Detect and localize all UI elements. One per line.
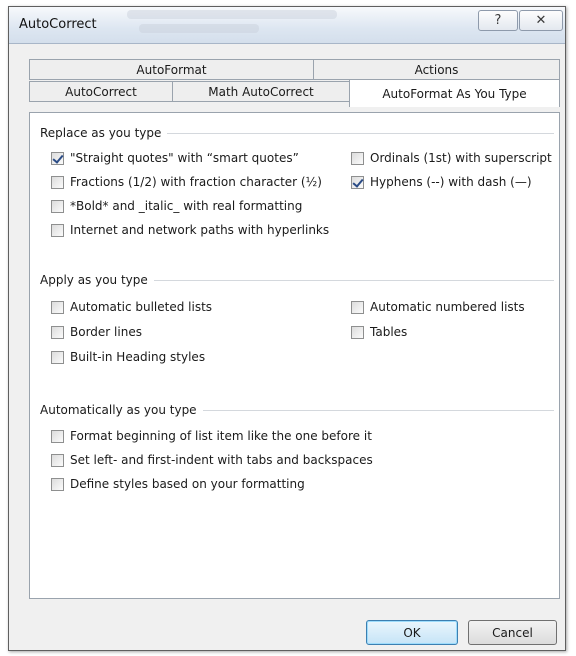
option-label: Built-in Heading styles [70,350,206,364]
option-smart-quotes[interactable]: "Straight quotes" with “smart quotes” [51,151,299,165]
tab-row-front: AutoCorrect Math AutoCorrect AutoFormat … [29,79,560,107]
close-icon: ✕ [535,13,547,28]
checkbox[interactable] [351,325,364,339]
background-window-text [139,24,259,33]
section-replace-header: Replace as you type [40,126,554,140]
tab-panel: Replace as you type "Straight quotes" wi… [29,112,560,599]
checkbox[interactable] [51,300,64,314]
section-apply-header: Apply as you type [40,273,554,287]
option-label: "Straight quotes" with “smart quotes” [70,151,299,165]
checkbox[interactable] [351,175,364,189]
checkbox[interactable] [51,325,64,339]
option-bold-italic[interactable]: *Bold* and _italic_ with real formatting [51,199,302,213]
title-bar: AutoCorrect ? ✕ [9,7,565,44]
section-title: Replace as you type [40,126,162,140]
option-fractions[interactable]: Fractions (1/2) with fraction character … [51,175,322,189]
checkbox[interactable] [51,223,64,237]
checkbox[interactable] [51,175,64,189]
option-hyphens[interactable]: Hyphens (--) with dash (—) [351,175,532,189]
checkbox[interactable] [51,429,64,443]
option-label: Tables [370,325,408,339]
tab-autoformat-as-you-type[interactable]: AutoFormat As You Type [349,79,560,107]
help-icon: ? [494,13,502,28]
checkbox[interactable] [51,453,64,467]
tab-autocorrect[interactable]: AutoCorrect [29,81,173,102]
help-button[interactable]: ? [478,10,518,31]
option-label: Internet and network paths with hyperlin… [70,223,330,237]
checkbox[interactable] [51,477,64,491]
tab-math-autocorrect[interactable]: Math AutoCorrect [172,81,350,102]
option-label: Fractions (1/2) with fraction character … [70,175,322,189]
option-heading-styles[interactable]: Built-in Heading styles [51,350,205,364]
divider [202,409,554,411]
option-define-styles[interactable]: Define styles based on your formatting [51,477,305,491]
option-ordinals[interactable]: Ordinals (1st) with superscript [351,151,552,165]
section-auto-header: Automatically as you type [40,403,554,417]
option-label: Automatic numbered lists [370,300,525,314]
option-numbered-lists[interactable]: Automatic numbered lists [351,300,525,314]
checkbox[interactable] [51,199,64,213]
autocorrect-dialog: AutoCorrect ? ✕ AutoFormat Actions AutoC… [8,6,566,651]
section-title: Automatically as you type [40,403,197,417]
option-format-list-beginning[interactable]: Format beginning of list item like the o… [51,429,372,443]
option-label: *Bold* and _italic_ with real formatting [70,199,303,213]
option-tables[interactable]: Tables [351,325,407,339]
cancel-button[interactable]: Cancel [468,620,557,645]
checkbox[interactable] [51,350,64,364]
option-label: Border lines [70,325,142,339]
option-hyperlinks[interactable]: Internet and network paths with hyperlin… [51,223,329,237]
window-title: AutoCorrect [19,17,97,32]
divider [167,132,554,134]
tab-row-back: AutoFormat Actions [29,59,560,80]
option-bulleted-lists[interactable]: Automatic bulleted lists [51,300,212,314]
option-label: Define styles based on your formatting [70,477,305,491]
section-title: Apply as you type [40,273,148,287]
checkbox[interactable] [351,300,364,314]
option-label: Set left- and first-indent with tabs and… [70,453,373,467]
tab-actions[interactable]: Actions [313,59,560,80]
option-border-lines[interactable]: Border lines [51,325,142,339]
checkbox[interactable] [51,151,64,165]
divider [153,279,554,281]
option-label: Automatic bulleted lists [70,300,213,314]
option-label: Ordinals (1st) with superscript [370,151,552,165]
background-window-text [127,10,337,19]
checkbox[interactable] [351,151,364,165]
option-label: Hyphens (--) with dash (—) [370,175,532,189]
close-button[interactable]: ✕ [519,10,563,31]
ok-button[interactable]: OK [366,620,458,645]
option-label: Format beginning of list item like the o… [70,429,372,443]
tab-autoformat[interactable]: AutoFormat [29,59,314,80]
option-indent-tabs[interactable]: Set left- and first-indent with tabs and… [51,453,373,467]
